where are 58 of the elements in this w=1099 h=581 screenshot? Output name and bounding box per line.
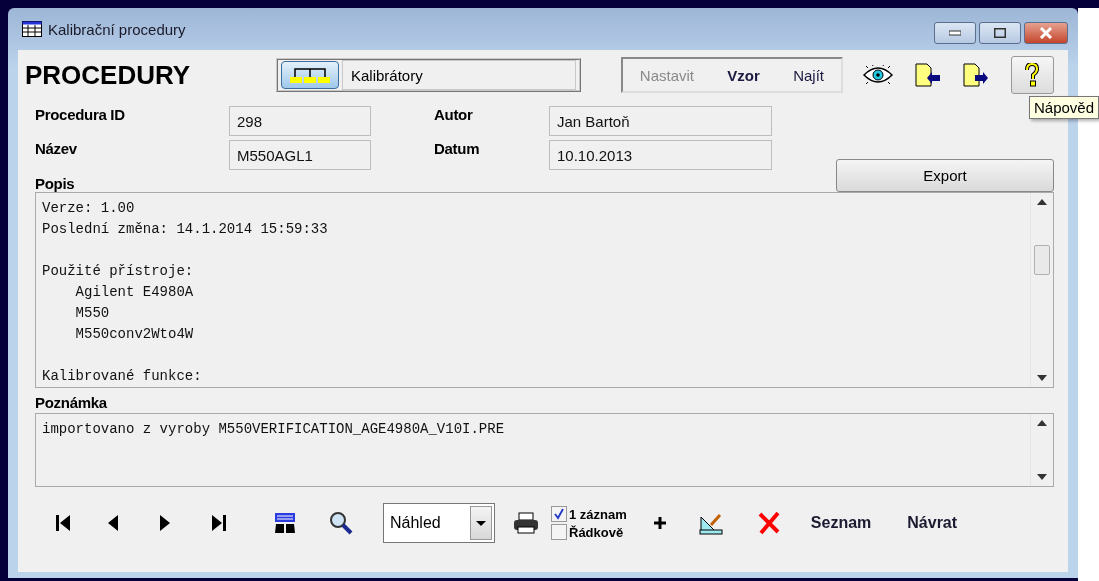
toolbar-button[interactable]: Seznam [810, 514, 872, 532]
note-field[interactable]: importovano z vyroby M550VERIFICATION_AGE4980A_V10I.PRE [35, 413, 1054, 487]
last-record-icon[interactable] [211, 514, 227, 532]
close-icon [1039, 27, 1053, 39]
document-import-icon[interactable] [914, 63, 941, 87]
field-label: Název [35, 140, 78, 157]
hierarchy-button[interactable] [280, 61, 339, 89]
field-label: Poznámka [35, 394, 108, 411]
printer-icon[interactable] [513, 512, 539, 534]
delete-icon[interactable] [756, 511, 781, 535]
eye-icon[interactable] [862, 65, 893, 85]
export-button[interactable]: Export [836, 159, 1054, 192]
scroll-down-icon[interactable] [1037, 474, 1047, 480]
scroll-thumb[interactable] [1034, 245, 1050, 275]
plus-icon[interactable] [652, 516, 667, 530]
first-record-icon[interactable] [55, 514, 71, 532]
output-select[interactable]: Náhled [383, 503, 495, 543]
menu-item[interactable]: Vzor [727, 66, 760, 84]
dropdown-button[interactable] [470, 506, 492, 540]
date-field[interactable]: 10.10.2013 [549, 140, 772, 170]
minimize-button[interactable] [934, 22, 976, 44]
id-field[interactable]: 298 [229, 106, 371, 136]
description-field[interactable]: Verze: 1.00 Poslední změna: 14.1.2014 15:59:33 Použité přístroje: Agilent E4980A M550 M550conv2Wto4W Kalibrované funkce: [35, 192, 1054, 388]
menu-item[interactable]: Najít [793, 66, 824, 84]
document-export-icon[interactable] [962, 63, 989, 87]
option-checkbox[interactable]: 1 záznam [551, 506, 627, 522]
field-label: Popis [35, 175, 75, 192]
scrollbar[interactable] [1030, 193, 1053, 387]
page-title: PROCEDURY [25, 59, 192, 91]
note-text: importovano z vyroby M550VERIFICATION_AGE4980A_V10I.PRE [41, 420, 506, 439]
name-field[interactable]: M550AGL1 [229, 140, 371, 170]
author-field[interactable]: Jan Bartoň [549, 106, 772, 136]
minimize-icon [949, 30, 961, 36]
search-icon[interactable] [329, 511, 353, 535]
caret-icon [476, 520, 486, 526]
scroll-up-icon[interactable] [1037, 199, 1047, 205]
help-icon [1025, 63, 1040, 87]
field-label: Procedura ID [35, 106, 126, 123]
category-field[interactable]: Kalibrátory [341, 60, 577, 90]
check-icon [553, 508, 565, 520]
field-label: Datum [434, 140, 481, 157]
table-icon [22, 21, 42, 37]
maximize-icon [994, 28, 1006, 38]
description-text: Verze: 1.00 Poslední změna: 14.1.2014 15:59:33 Použité přístroje: Agilent E4980A M550 M550conv2Wto4W Kalibrované funkce: [41, 199, 329, 386]
previous-record-icon[interactable] [107, 514, 119, 532]
option-checkbox[interactable]: Řádkově [551, 524, 627, 540]
field-label: Autor [434, 106, 474, 123]
scroll-up-icon[interactable] [1037, 420, 1047, 426]
ruler-pencil-icon[interactable] [698, 511, 723, 535]
next-record-icon[interactable] [159, 514, 171, 532]
scroll-down-icon[interactable] [1037, 375, 1047, 381]
toolbar-button[interactable]: Návrat [907, 514, 958, 532]
tooltip: Nápověd [1029, 96, 1099, 119]
maximize-button[interactable] [979, 22, 1021, 44]
hierarchy-icon [288, 65, 331, 85]
window-title: Kalibrační procedury [48, 20, 186, 38]
help-button[interactable] [1010, 56, 1054, 94]
close-button[interactable] [1024, 22, 1068, 44]
